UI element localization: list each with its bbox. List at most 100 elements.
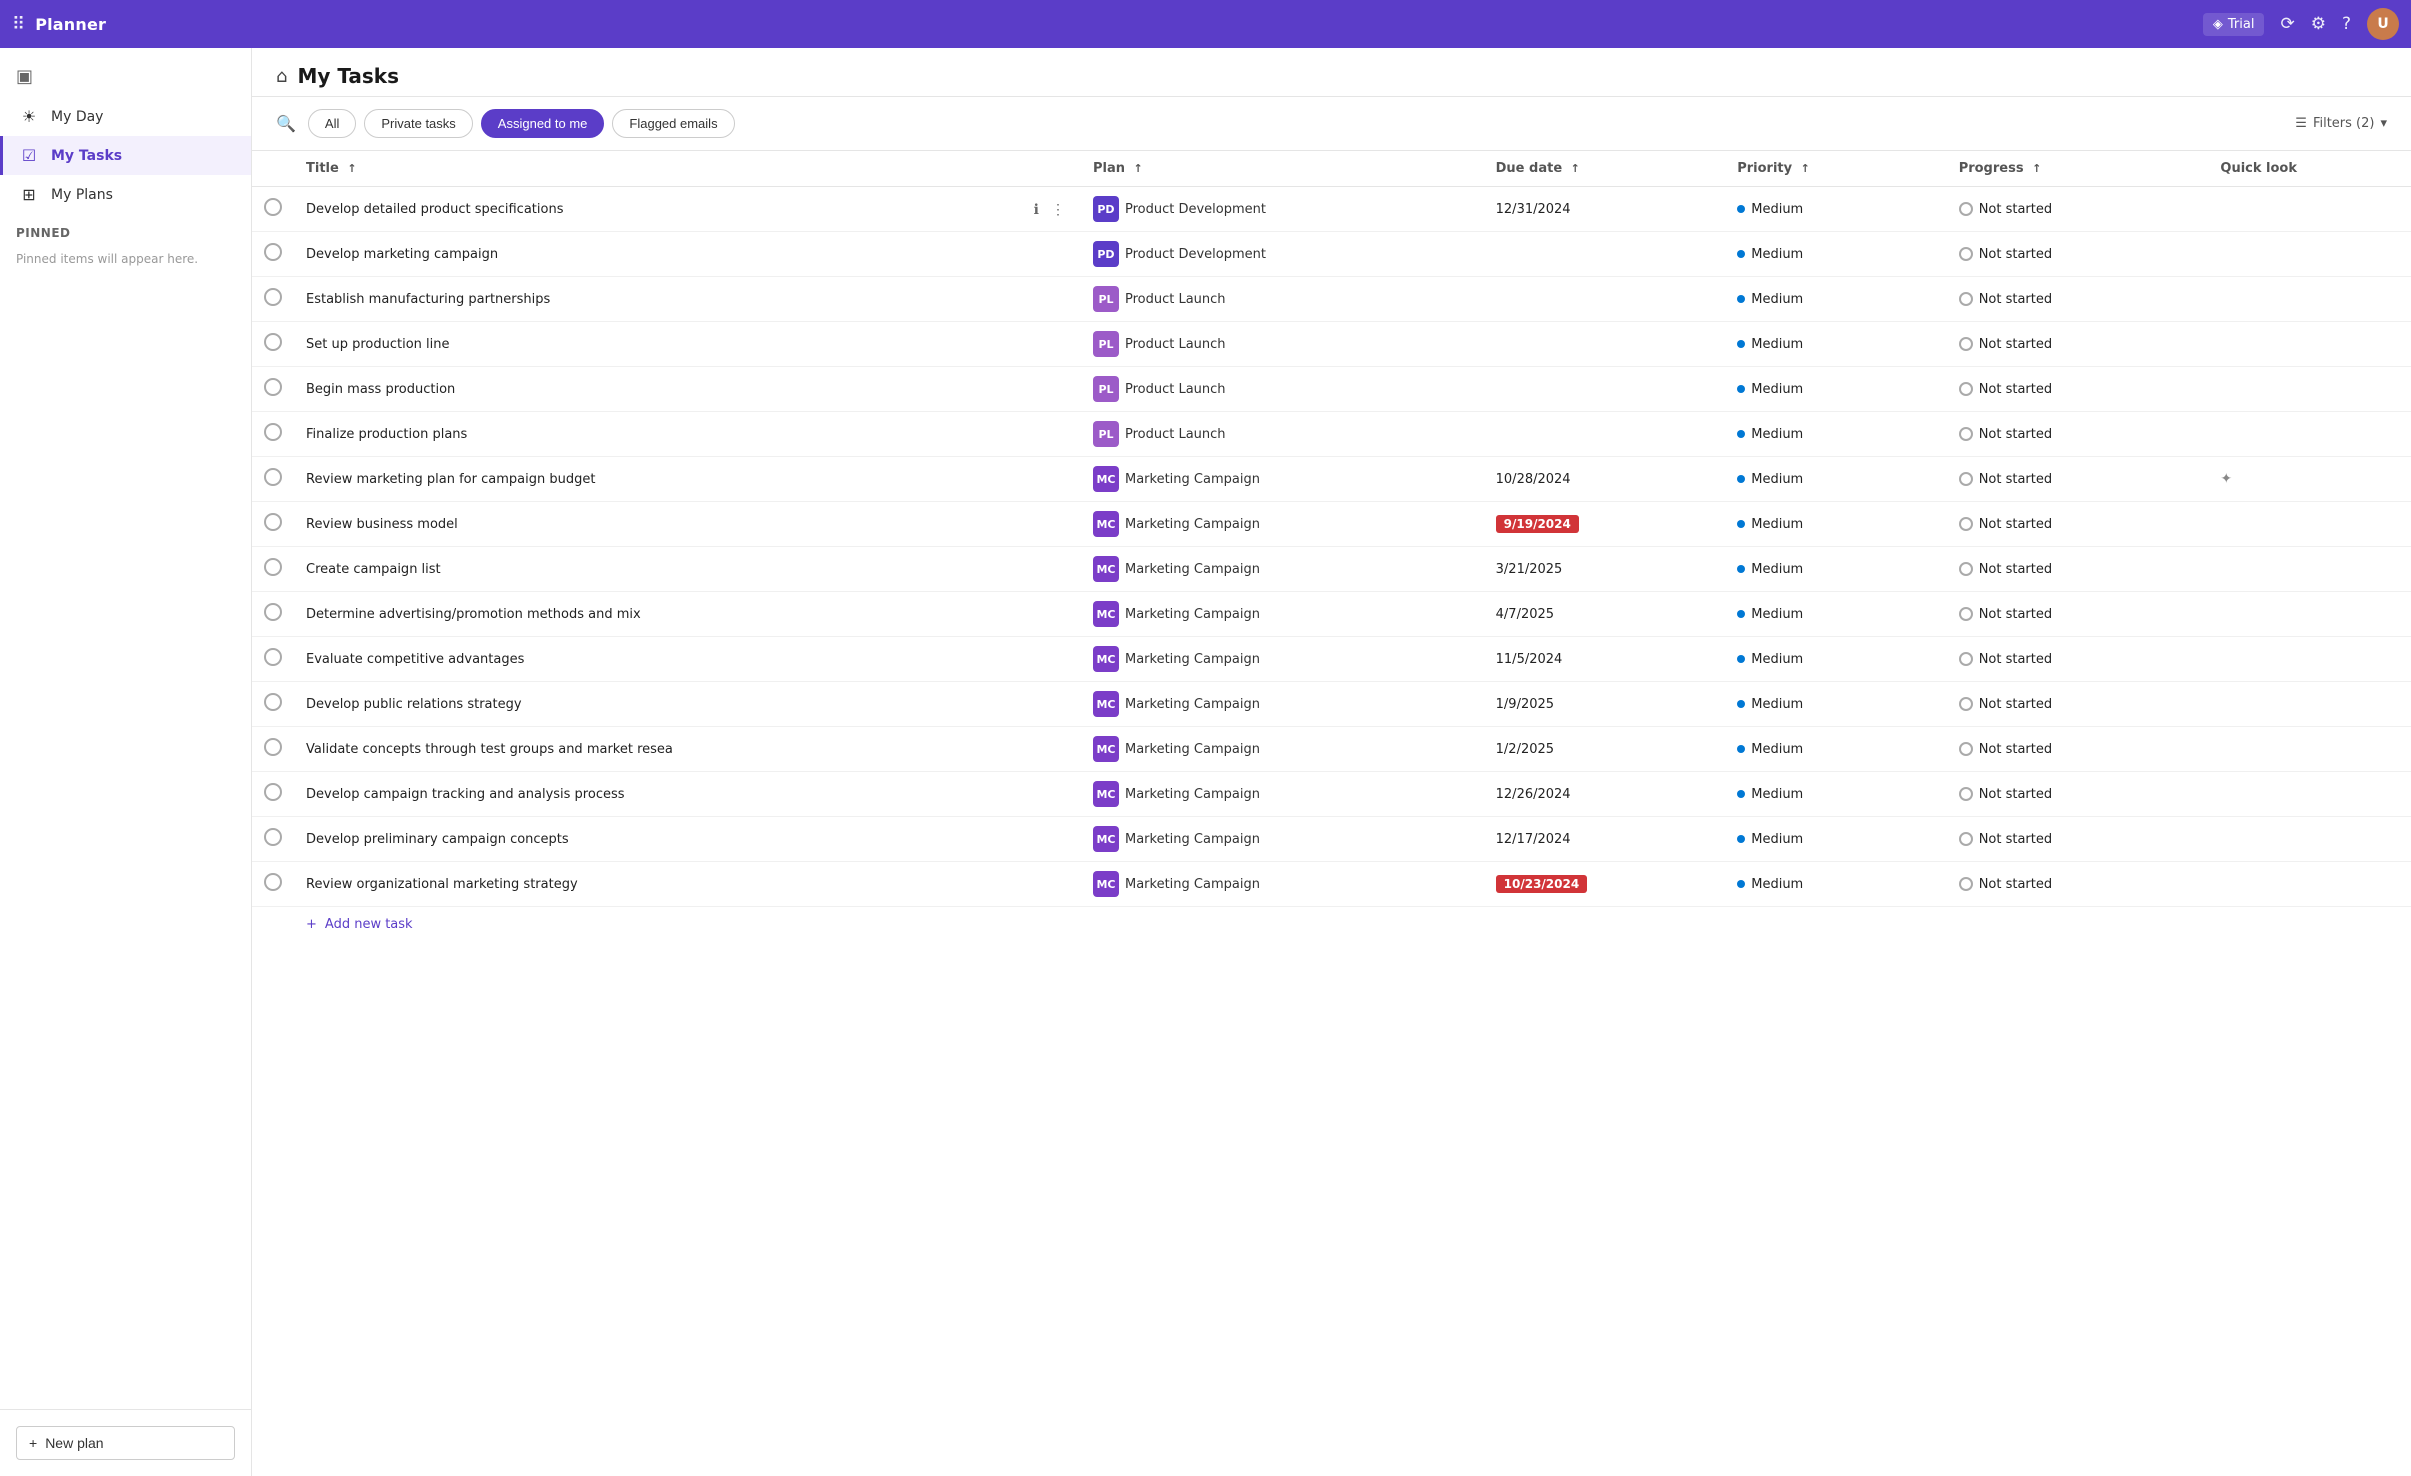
app-grid-icon[interactable]: ⠿ — [12, 14, 25, 35]
due-date: 12/17/2024 — [1496, 832, 1571, 847]
add-new-task-button[interactable]: + Add new task — [306, 917, 2399, 932]
priority-label: Medium — [1751, 472, 1803, 487]
table-row: Develop marketing campaignPDProduct Deve… — [252, 232, 2411, 277]
pinned-section-header: Pinned — [0, 214, 251, 244]
plan-name: Marketing Campaign — [1125, 742, 1260, 757]
new-plan-button[interactable]: + New plan — [16, 1426, 235, 1460]
share-icon[interactable]: ⟳ — [2280, 14, 2294, 34]
filter-bar: 🔍 All Private tasks Assigned to me Flagg… — [252, 97, 2411, 151]
sidebar-item-label-my-tasks: My Tasks — [51, 148, 122, 164]
task-complete-checkbox[interactable] — [264, 243, 282, 261]
task-complete-checkbox[interactable] — [264, 333, 282, 351]
filters-label: Filters (2) — [2313, 116, 2375, 131]
task-more-button[interactable]: ⋮ — [1047, 199, 1069, 220]
progress-label: Not started — [1979, 517, 2052, 532]
priority-label: Medium — [1751, 787, 1803, 802]
plan-name: Marketing Campaign — [1125, 697, 1260, 712]
help-icon[interactable]: ? — [2342, 14, 2351, 34]
avatar[interactable]: U — [2367, 8, 2399, 40]
task-complete-checkbox[interactable] — [264, 828, 282, 846]
tab-flagged-emails[interactable]: Flagged emails — [612, 109, 734, 138]
add-task-label: Add new task — [325, 917, 413, 932]
plan-name: Product Launch — [1125, 427, 1226, 442]
task-title: Determine advertising/promotion methods … — [306, 607, 1069, 622]
priority-label: Medium — [1751, 832, 1803, 847]
add-task-row: + Add new task — [252, 907, 2411, 943]
col-header-plan[interactable]: Plan ↑ — [1081, 151, 1484, 187]
task-title: Develop marketing campaign — [306, 247, 1069, 262]
plan-name: Marketing Campaign — [1125, 652, 1260, 667]
task-complete-checkbox[interactable] — [264, 468, 282, 486]
table-row: Validate concepts through test groups an… — [252, 727, 2411, 772]
plan-badge: MC — [1093, 511, 1119, 537]
task-title: Develop detailed product specifications — [306, 202, 1024, 217]
table-row: Set up production linePLProduct LaunchMe… — [252, 322, 2411, 367]
task-complete-checkbox[interactable] — [264, 288, 282, 306]
col-header-progress[interactable]: Progress ↑ — [1947, 151, 2209, 187]
table-row: Finalize production plansPLProduct Launc… — [252, 412, 2411, 457]
plan-badge: MC — [1093, 691, 1119, 717]
task-complete-checkbox[interactable] — [264, 738, 282, 756]
task-title: Set up production line — [306, 337, 1069, 352]
quick-look-icon[interactable]: ✦ — [2220, 471, 2232, 487]
search-icon[interactable]: 🔍 — [276, 114, 296, 133]
progress-label: Not started — [1979, 202, 2052, 217]
col-header-due-date[interactable]: Due date ↑ — [1484, 151, 1726, 187]
progress-label: Not started — [1979, 292, 2052, 307]
page-header-icon: ⌂ — [276, 66, 287, 87]
sidebar-item-label-my-day: My Day — [51, 109, 103, 125]
sidebar-item-my-tasks[interactable]: ☑ My Tasks — [0, 136, 251, 175]
priority-dot — [1737, 340, 1745, 348]
task-complete-checkbox[interactable] — [264, 198, 282, 216]
task-complete-checkbox[interactable] — [264, 693, 282, 711]
page-header: ⌂ My Tasks — [252, 48, 2411, 97]
progress-circle — [1959, 472, 1973, 486]
task-complete-checkbox[interactable] — [264, 513, 282, 531]
tab-assigned-to-me[interactable]: Assigned to me — [481, 109, 605, 138]
priority-dot — [1737, 475, 1745, 483]
priority-dot — [1737, 655, 1745, 663]
progress-circle — [1959, 202, 1973, 216]
progress-label: Not started — [1979, 472, 2052, 487]
plan-badge: MC — [1093, 601, 1119, 627]
progress-circle — [1959, 247, 1973, 261]
col-header-priority[interactable]: Priority ↑ — [1725, 151, 1946, 187]
progress-circle — [1959, 292, 1973, 306]
due-date: 12/31/2024 — [1496, 202, 1571, 217]
col-header-title[interactable]: Title ↑ — [294, 151, 1081, 187]
task-title: Develop public relations strategy — [306, 697, 1069, 712]
task-complete-checkbox[interactable] — [264, 603, 282, 621]
progress-circle — [1959, 877, 1973, 891]
priority-label: Medium — [1751, 202, 1803, 217]
sidebar-collapse-icon[interactable]: ▣ — [16, 66, 33, 87]
settings-icon[interactable]: ⚙ — [2311, 14, 2326, 34]
trial-button[interactable]: ◈ Trial — [2203, 13, 2265, 36]
priority-dot — [1737, 610, 1745, 618]
sidebar-item-my-day[interactable]: ☀ My Day — [0, 97, 251, 136]
tab-all[interactable]: All — [308, 109, 356, 138]
task-title: Create campaign list — [306, 562, 1069, 577]
task-complete-checkbox[interactable] — [264, 648, 282, 666]
task-complete-checkbox[interactable] — [264, 558, 282, 576]
chevron-down-icon: ▾ — [2380, 116, 2387, 131]
sidebar-bottom: + New plan — [0, 1409, 251, 1476]
plan-name: Marketing Campaign — [1125, 562, 1260, 577]
progress-circle — [1959, 337, 1973, 351]
progress-label: Not started — [1979, 697, 2052, 712]
plan-name: Product Development — [1125, 247, 1266, 262]
plan-badge: PL — [1093, 376, 1119, 402]
task-title: Validate concepts through test groups an… — [306, 742, 1069, 757]
sort-arrow-plan: ↑ — [1134, 162, 1143, 175]
filters-button[interactable]: ☰ Filters (2) ▾ — [2295, 116, 2387, 131]
plan-name: Marketing Campaign — [1125, 517, 1260, 532]
task-complete-checkbox[interactable] — [264, 783, 282, 801]
task-info-button[interactable]: ℹ — [1030, 199, 1043, 220]
task-title: Evaluate competitive advantages — [306, 652, 1069, 667]
due-date: 1/2/2025 — [1496, 742, 1554, 757]
task-complete-checkbox[interactable] — [264, 423, 282, 441]
task-complete-checkbox[interactable] — [264, 378, 282, 396]
priority-label: Medium — [1751, 877, 1803, 892]
tab-private-tasks[interactable]: Private tasks — [364, 109, 472, 138]
task-complete-checkbox[interactable] — [264, 873, 282, 891]
sidebar-item-my-plans[interactable]: ⊞ My Plans — [0, 175, 251, 214]
